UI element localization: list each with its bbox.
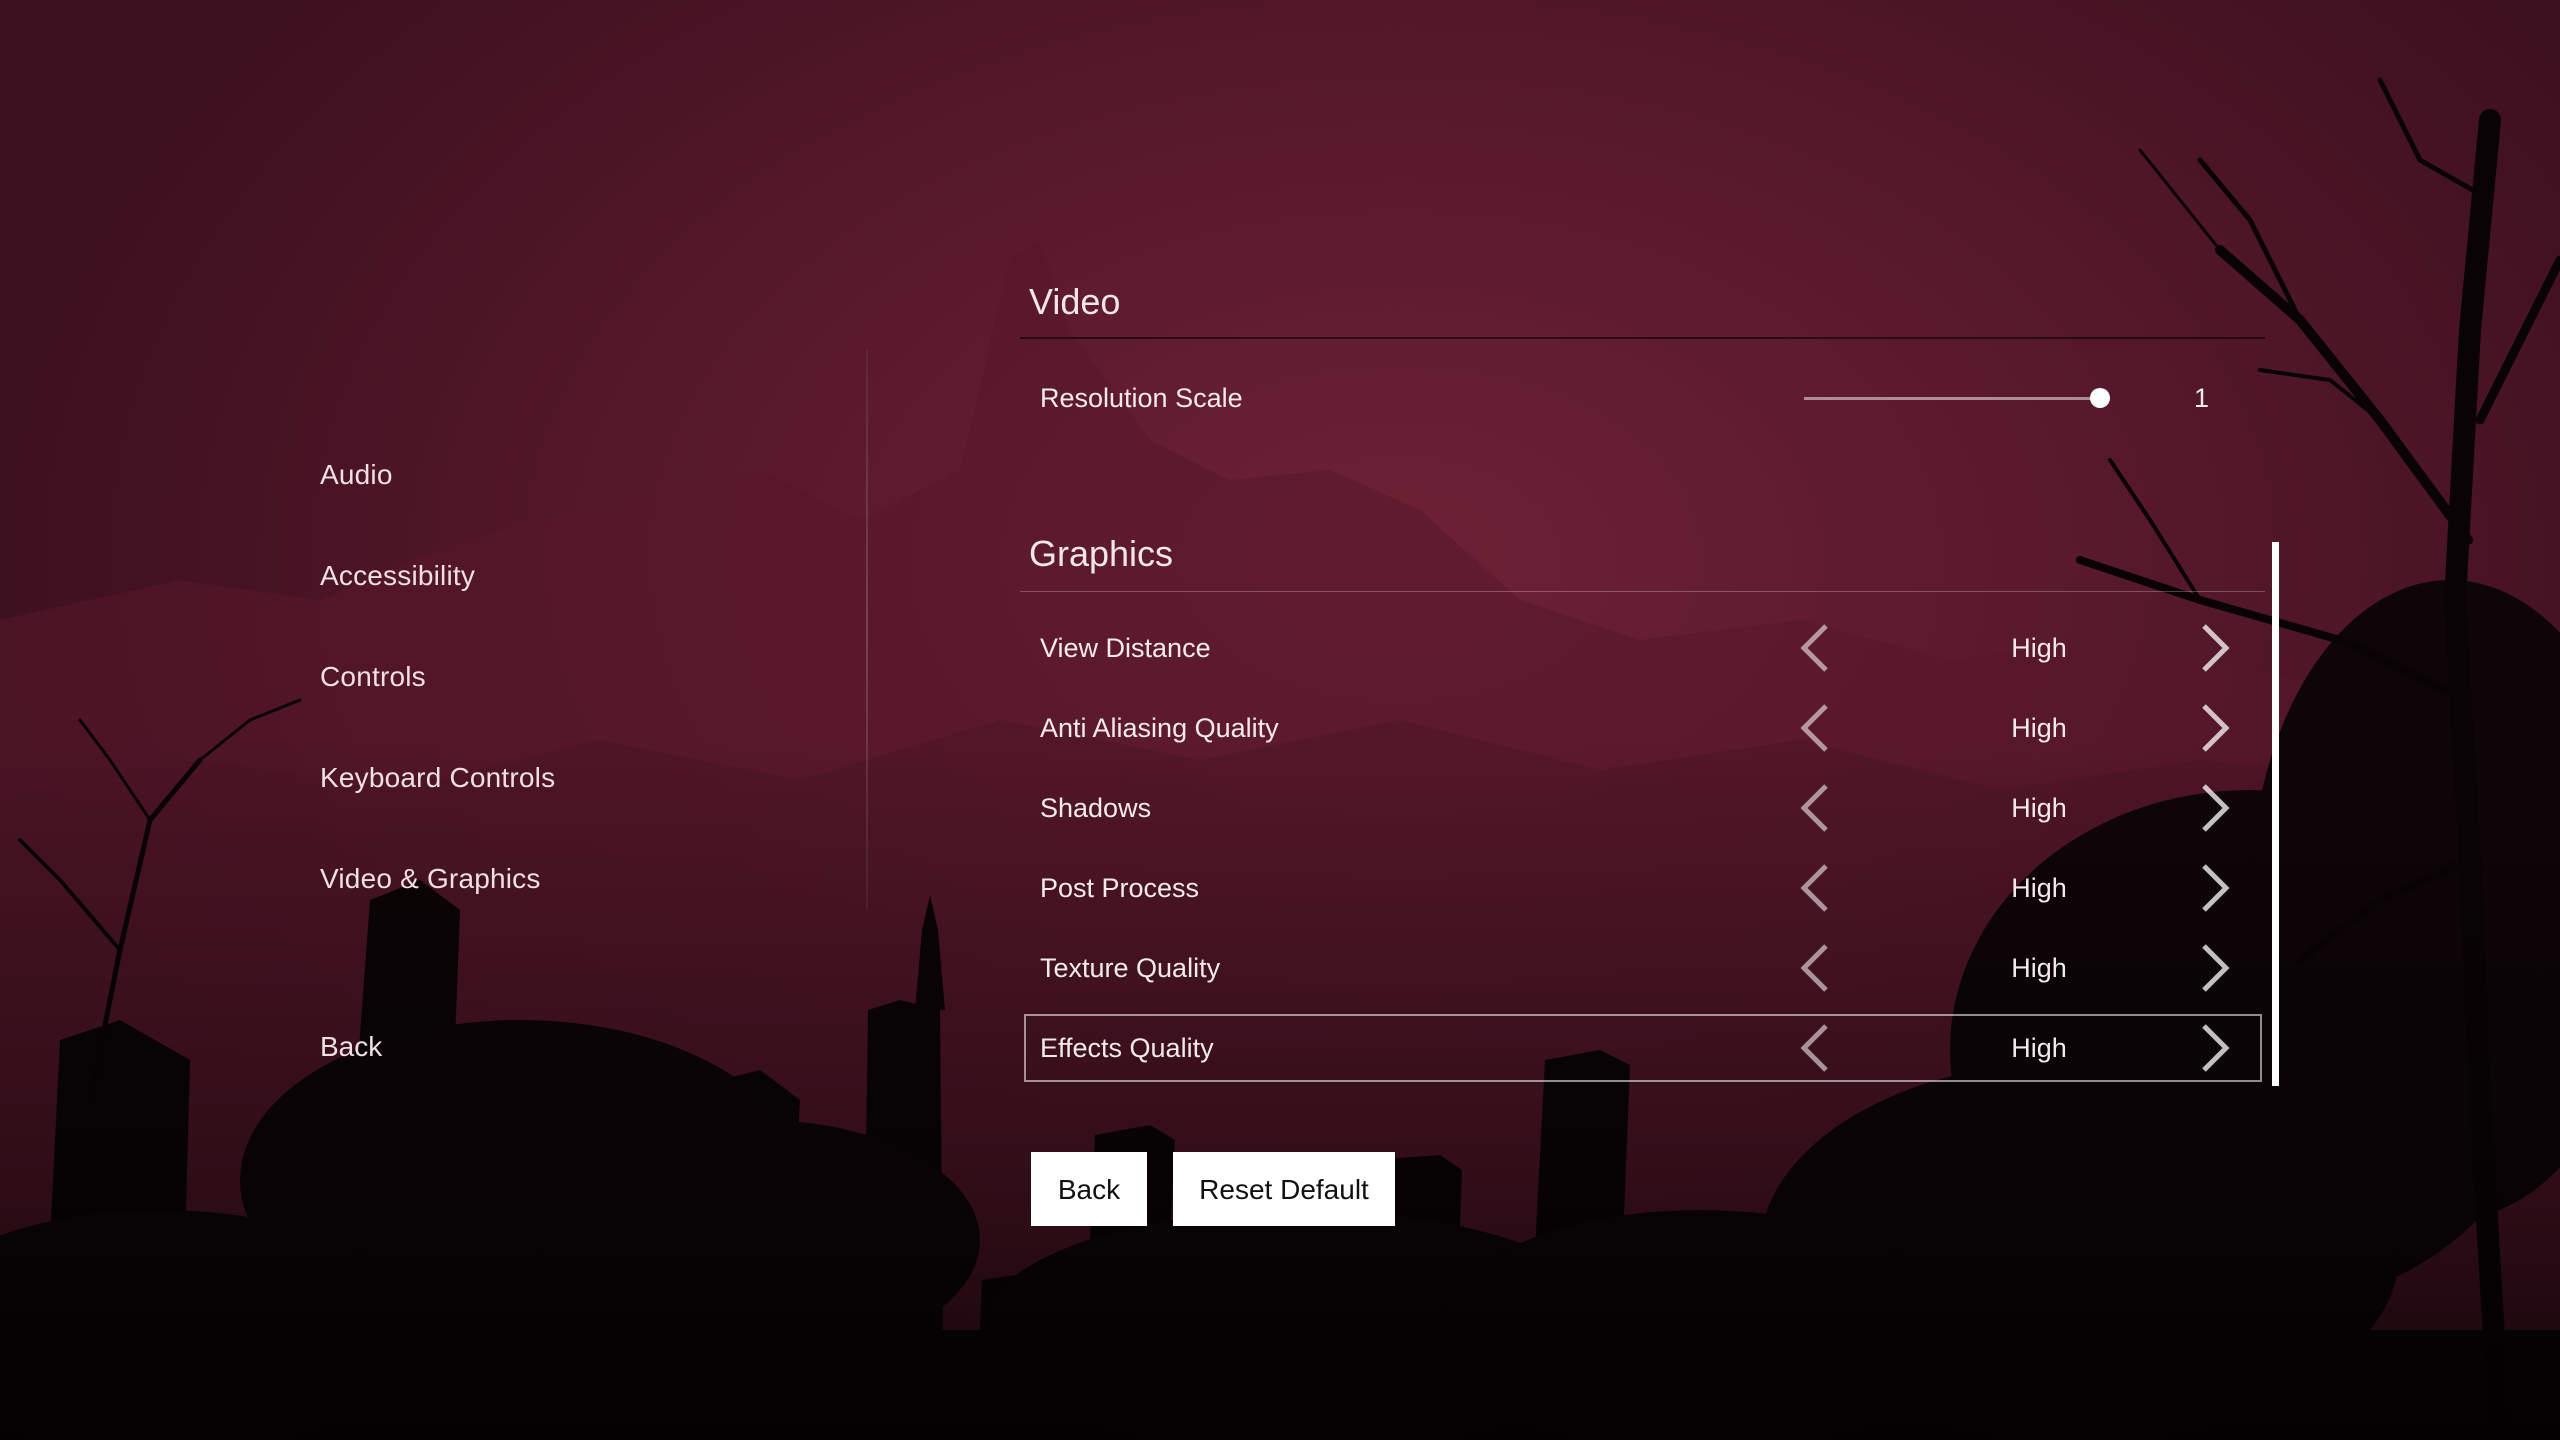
texture-quality-label: Texture Quality: [1040, 953, 1221, 983]
shadows-label: Shadows: [1040, 793, 1152, 823]
chevron-right-icon[interactable]: [2184, 620, 2240, 676]
menu-item-keyboard-controls[interactable]: Keyboard Controls: [320, 758, 820, 798]
effects-quality-label: Effects Quality: [1040, 1033, 1214, 1063]
effects-quality-value: High: [2011, 1033, 2067, 1063]
resolution-scale-row: Resolution Scale 1: [1024, 364, 2262, 432]
reset-default-button[interactable]: Reset Default: [1173, 1152, 1395, 1226]
resolution-scale-slider-track[interactable]: [1804, 397, 2109, 400]
post-process-row[interactable]: Post Process High: [1024, 854, 2262, 922]
back-button[interactable]: Back: [1031, 1152, 1147, 1226]
chevron-right-icon[interactable]: [2184, 780, 2240, 836]
menu-item-audio[interactable]: Audio: [320, 455, 820, 495]
chevron-left-icon[interactable]: [1790, 1020, 1846, 1076]
chevron-right-icon[interactable]: [2184, 860, 2240, 916]
view-distance-row[interactable]: View Distance High: [1024, 614, 2262, 682]
effects-quality-row[interactable]: Effects Quality High: [1024, 1014, 2262, 1082]
shadows-row[interactable]: Shadows High: [1024, 774, 2262, 842]
anti-aliasing-quality-label: Anti Aliasing Quality: [1040, 713, 1279, 743]
chevron-right-icon[interactable]: [2184, 940, 2240, 996]
resolution-scale-slider-thumb[interactable]: [2089, 388, 2110, 408]
chevron-right-icon[interactable]: [2184, 1020, 2240, 1076]
chevron-left-icon[interactable]: [1790, 780, 1846, 836]
resolution-scale-label: Resolution Scale: [1040, 383, 1243, 413]
post-process-value: High: [2011, 873, 2067, 903]
chevron-left-icon[interactable]: [1790, 700, 1846, 756]
chevron-left-icon[interactable]: [1790, 620, 1846, 676]
menu-item-accessibility[interactable]: Accessibility: [320, 556, 820, 596]
anti-aliasing-quality-value: High: [2011, 713, 2067, 743]
view-distance-value: High: [2011, 633, 2067, 663]
settings-category-menu: Audio Accessibility Controls Keyboard Co…: [320, 455, 820, 960]
graphics-section-title: Graphics: [1029, 533, 1174, 574]
video-section-divider: [1020, 337, 2265, 339]
menu-back-link[interactable]: Back: [320, 1027, 382, 1067]
menu-divider: [866, 350, 868, 910]
settings-scrollbar[interactable]: [2272, 542, 2279, 1086]
menu-item-video-graphics[interactable]: Video & Graphics: [320, 859, 820, 899]
chevron-right-icon[interactable]: [2184, 700, 2240, 756]
anti-aliasing-quality-row[interactable]: Anti Aliasing Quality High: [1024, 694, 2262, 762]
settings-screen: Audio Accessibility Controls Keyboard Co…: [0, 0, 2560, 1440]
resolution-scale-value: 1: [2194, 383, 2210, 413]
post-process-label: Post Process: [1040, 873, 1200, 903]
menu-item-controls[interactable]: Controls: [320, 657, 820, 697]
graphics-section-divider: [1020, 591, 2265, 592]
texture-quality-row[interactable]: Texture Quality High: [1024, 934, 2262, 1002]
texture-quality-value: High: [2011, 953, 2067, 983]
chevron-left-icon[interactable]: [1790, 940, 1846, 996]
chevron-left-icon[interactable]: [1790, 860, 1846, 916]
video-section-title: Video: [1029, 281, 1121, 322]
view-distance-label: View Distance: [1040, 633, 1211, 663]
shadows-value: High: [2011, 793, 2067, 823]
